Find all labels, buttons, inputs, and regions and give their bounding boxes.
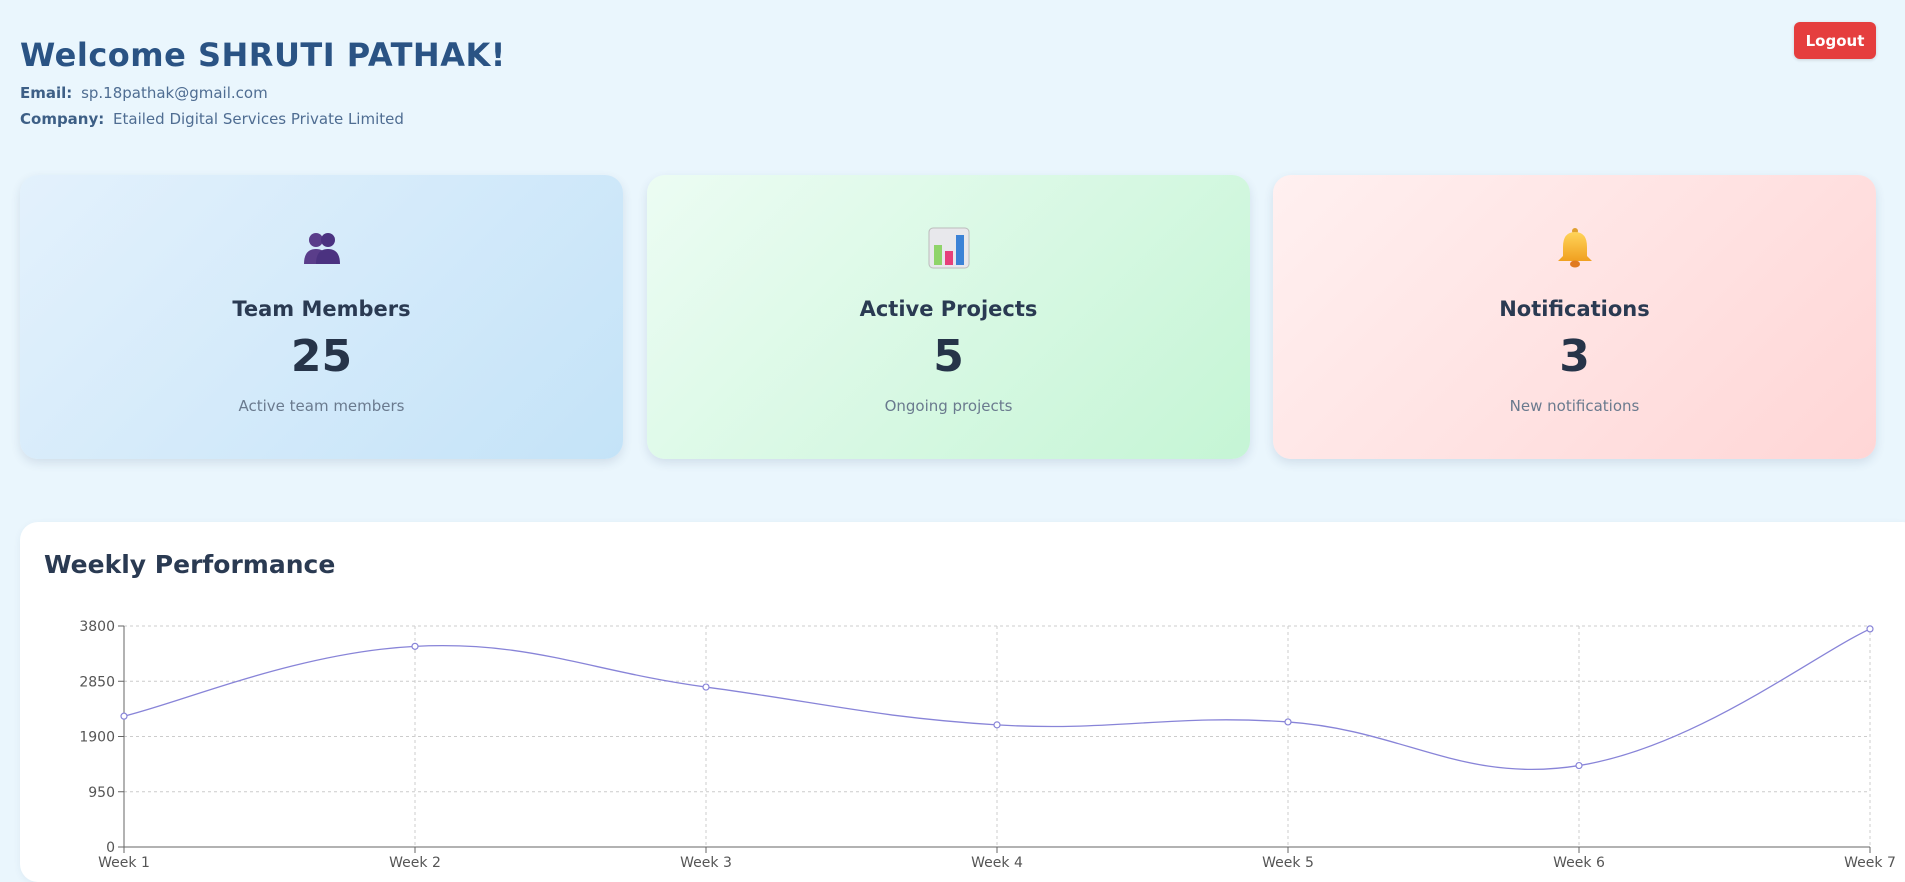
y-tick-label: 2850 — [79, 674, 115, 690]
welcome-title: Welcome SHRUTI PATHAK! — [20, 36, 506, 74]
x-tick-label: Week 5 — [1262, 855, 1314, 871]
data-point — [702, 683, 710, 691]
company-value: Etailed Digital Services Private Limited — [113, 110, 404, 128]
bar-chart-icon — [926, 225, 972, 271]
data-point — [120, 712, 128, 720]
x-tick-label: Week 7 — [1844, 855, 1896, 871]
data-point — [993, 721, 1001, 729]
card-subtitle: New notifications — [1509, 397, 1640, 415]
notifications-card: Notifications 3 New notifications — [1273, 175, 1876, 459]
card-title: Notifications — [1499, 297, 1650, 321]
x-tick-label: Week 4 — [971, 855, 1023, 871]
weekly-performance-panel: Weekly Performance 0 950 1900 2850 3800 Week … — [20, 522, 1905, 882]
card-title: Active Projects — [859, 297, 1038, 321]
x-tick-label: Week 6 — [1553, 855, 1605, 871]
card-value: 25 — [290, 331, 353, 382]
data-point — [1284, 718, 1292, 726]
email-value: sp.18pathak@gmail.com — [81, 84, 268, 102]
card-subtitle: Active team members — [238, 397, 405, 415]
card-value: 5 — [933, 331, 964, 382]
y-tick-label: 1900 — [79, 730, 115, 746]
user-header: Welcome SHRUTI PATHAK! Email: sp.18patha… — [20, 36, 506, 136]
email-label: Email: — [20, 84, 73, 102]
card-title: Team Members — [232, 297, 411, 321]
active-projects-card: Active Projects 5 Ongoing projects — [647, 175, 1250, 459]
y-tick-label: 950 — [88, 785, 115, 801]
bell-icon — [1552, 225, 1598, 271]
x-tick-label: Week 2 — [389, 855, 441, 871]
x-tick-label: Week 3 — [680, 855, 732, 871]
data-point — [1575, 761, 1583, 770]
y-tick-label: 0 — [106, 840, 115, 856]
card-value: 3 — [1559, 331, 1590, 382]
company-line: Company: Etailed Digital Services Privat… — [20, 110, 506, 128]
company-label: Company: — [20, 110, 105, 128]
email-line: Email: sp.18pathak@gmail.com — [20, 84, 506, 102]
x-tick-label: Week 1 — [98, 855, 150, 871]
card-subtitle: Ongoing projects — [884, 397, 1013, 415]
y-tick-label: 3800 — [79, 619, 115, 635]
logout-button[interactable]: Logout — [1794, 22, 1876, 59]
team-members-card: Team Members 25 Active team members — [20, 175, 623, 459]
data-point — [411, 642, 419, 650]
team-members-icon — [299, 225, 345, 271]
data-point — [1866, 625, 1874, 633]
weekly-performance-chart: 0 950 1900 2850 3800 Week 1 Week 2 Week 3 Week 4… — [79, 619, 1896, 871]
